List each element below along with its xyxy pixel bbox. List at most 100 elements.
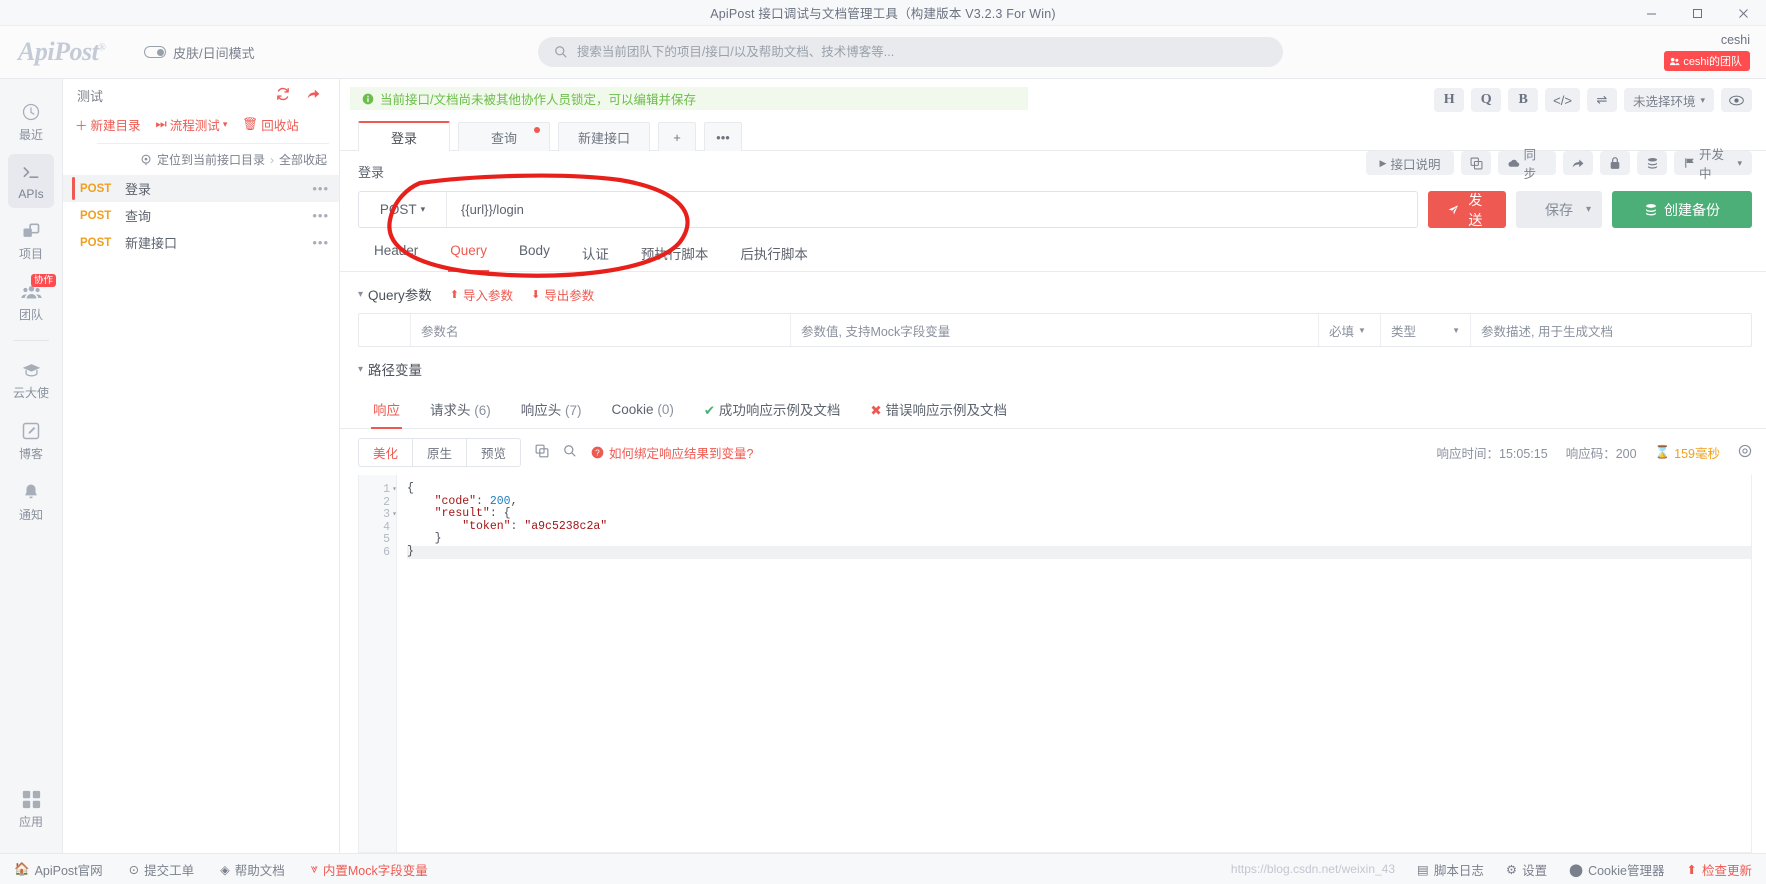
method-selector[interactable]: POST ▾ <box>359 192 447 227</box>
flow-test-button[interactable]: ⏭ 流程测试 ▾ <box>156 115 228 134</box>
view-mode-beautify[interactable]: 美化 <box>359 439 414 466</box>
fold-icon[interactable]: ▾ <box>392 509 397 519</box>
create-backup-button[interactable]: 创建备份 <box>1612 191 1752 228</box>
sync-button[interactable]: 同步 <box>1498 148 1556 181</box>
rail-item-apis[interactable]: APIs <box>8 154 54 208</box>
collapse-all-label[interactable]: 全部收起 <box>279 151 327 168</box>
rail-item-ambassador[interactable]: 云大使 <box>8 351 54 408</box>
rail-item-team[interactable]: 协作 团队 <box>8 273 56 330</box>
svg-text:?: ? <box>595 448 600 458</box>
heading-icon[interactable]: H <box>1434 88 1465 112</box>
rail-item-apps[interactable]: 应用 <box>8 781 54 837</box>
tab-add-button[interactable]: + <box>658 122 696 151</box>
list-button[interactable] <box>1637 151 1667 175</box>
lock-button[interactable] <box>1600 151 1630 175</box>
locate-label[interactable]: 定位到当前接口目录 <box>157 151 265 168</box>
view-mode-preview[interactable]: 预览 <box>467 439 520 466</box>
cookie-icon: ⬤ <box>1569 862 1584 877</box>
bold-icon[interactable]: B <box>1508 88 1539 112</box>
app-header: ApiPost® 皮肤/日间模式 ceshi ceshi的团队 <box>0 26 1766 79</box>
subtab-auth[interactable]: 认证 <box>566 237 625 271</box>
dev-status-button[interactable]: 开发中 ▾ <box>1674 148 1752 181</box>
rtab-request-headers[interactable]: 请求头 (6) <box>415 392 506 428</box>
help-doc-link[interactable]: ◈ 帮助文档 <box>220 860 285 879</box>
app-body: 最近 APIs 项目 协作 团队 云大使 博客 通知 应用 测试 ＋ 新建目录 … <box>0 79 1766 853</box>
save-button[interactable]: 保存 ▾ <box>1516 191 1602 228</box>
rail-item-notification[interactable]: 通知 <box>8 473 54 530</box>
official-site-link[interactable]: 🏠 ApiPost官网 <box>14 860 103 879</box>
subtab-header[interactable]: Header <box>358 237 434 271</box>
tree-item-login[interactable]: POST 登录 ••• <box>63 175 339 202</box>
skin-mode-toggle[interactable]: 皮肤/日间模式 <box>144 43 255 62</box>
response-json[interactable]: { "code": 200, "result": { "token": "a9c… <box>397 475 1751 852</box>
more-icon[interactable]: ••• <box>312 208 329 223</box>
rail-item-recent[interactable]: 最近 <box>8 93 54 150</box>
api-desc-button[interactable]: ▶ 接口说明 <box>1366 151 1454 175</box>
path-section-title[interactable]: ▾ 路径变量 <box>358 359 422 379</box>
more-icon[interactable]: ••• <box>312 235 329 250</box>
maximize-icon[interactable] <box>1674 0 1720 26</box>
rtab-response-headers[interactable]: 响应头 (7) <box>506 392 597 428</box>
eye-icon[interactable] <box>1721 88 1752 112</box>
recycle-bin-button[interactable]: 🗑 回收站 <box>242 115 298 134</box>
more-icon[interactable]: ••• <box>312 181 329 196</box>
chevron-down-icon[interactable]: ▾ <box>1586 204 1591 215</box>
editor-toolbar: H Q B </> ⇌ 未选择环境 ▾ <box>1434 88 1752 112</box>
chevron-down-icon[interactable]: ▼ <box>1452 326 1460 335</box>
toggle-switch-icon[interactable] <box>144 46 166 58</box>
tree-item-new-api[interactable]: POST 新建接口 ••• <box>63 229 339 256</box>
copy-button[interactable] <box>1461 151 1491 175</box>
chevron-down-icon[interactable]: ▼ <box>1358 326 1366 335</box>
refresh-icon[interactable] <box>272 87 294 104</box>
clock-icon <box>22 103 40 121</box>
rail-item-blog[interactable]: 博客 <box>8 412 54 469</box>
share-icon[interactable] <box>302 87 325 104</box>
export-params-button[interactable]: ⬇ 导出参数 <box>531 285 594 304</box>
tab-login[interactable]: 登录 <box>358 121 450 151</box>
close-icon[interactable] <box>1720 0 1766 26</box>
bind-variable-help-link[interactable]: ? 如何绑定响应结果到变量? <box>591 443 754 462</box>
script-log-button[interactable]: ▤ 脚本日志 <box>1417 860 1484 879</box>
mock-variables-link[interactable]: ⩔ 内置Mock字段变量 <box>311 860 428 879</box>
subtab-body[interactable]: Body <box>503 237 566 271</box>
global-search-box[interactable] <box>537 37 1283 67</box>
copy-icon[interactable] <box>535 444 549 461</box>
fold-icon[interactable]: ▾ <box>392 484 397 494</box>
query-icon[interactable]: Q <box>1471 88 1502 112</box>
tab-more-button[interactable]: ••• <box>704 122 742 151</box>
minimize-icon[interactable] <box>1628 0 1674 26</box>
rail-item-project[interactable]: 项目 <box>8 212 54 269</box>
view-mode-raw[interactable]: 原生 <box>413 439 468 466</box>
tab-new-api[interactable]: 新建接口 <box>558 122 650 151</box>
line-number: 6 <box>383 545 390 559</box>
search-input[interactable] <box>576 45 1267 59</box>
share-button[interactable] <box>1563 151 1593 175</box>
rtab-error-example[interactable]: ✖ 错误响应示例及文档 <box>855 392 1022 428</box>
subtab-post-script[interactable]: 后执行脚本 <box>724 237 824 271</box>
query-section-title[interactable]: ▾ Query参数 <box>358 284 432 304</box>
send-button[interactable]: 发送 <box>1428 191 1506 228</box>
import-params-button[interactable]: ⬆ 导入参数 <box>450 285 513 304</box>
code-icon[interactable]: </> <box>1545 88 1580 112</box>
search-icon[interactable] <box>563 444 577 461</box>
subtab-query[interactable]: Query <box>434 237 503 272</box>
submit-ticket-link[interactable]: ⊙ 提交工单 <box>129 860 195 879</box>
tab-query[interactable]: 查询 <box>458 122 550 151</box>
environment-selector[interactable]: 未选择环境 ▾ <box>1623 88 1714 112</box>
team-badge[interactable]: ceshi的团队 <box>1664 51 1750 71</box>
gear-icon[interactable] <box>1738 444 1752 461</box>
check-update-button[interactable]: ⬆ 检查更新 <box>1687 860 1753 879</box>
sync-label: 同步 <box>1523 148 1537 181</box>
rtab-cookie[interactable]: Cookie (0) <box>597 395 689 426</box>
url-input[interactable] <box>447 202 1417 217</box>
new-folder-button[interactable]: ＋ 新建目录 <box>75 115 141 134</box>
settings-sliders-icon[interactable]: ⇌ <box>1586 88 1617 112</box>
rtab-response[interactable]: 响应 <box>358 392 415 429</box>
subtab-pre-script[interactable]: 预执行脚本 <box>625 237 725 271</box>
response-body-viewer[interactable]: 1 ▾ 2 3 ▾ 4 5 6 { "code": 200, "result": {… <box>358 475 1752 853</box>
cookie-manager-button[interactable]: ⬤ Cookie管理器 <box>1569 860 1664 879</box>
tree-item-query[interactable]: POST 查询 ••• <box>63 202 339 229</box>
logo-registered: ® <box>98 42 106 54</box>
rtab-success-example[interactable]: ✔ 成功响应示例及文档 <box>689 392 856 428</box>
settings-button[interactable]: ⚙ 设置 <box>1506 860 1547 879</box>
